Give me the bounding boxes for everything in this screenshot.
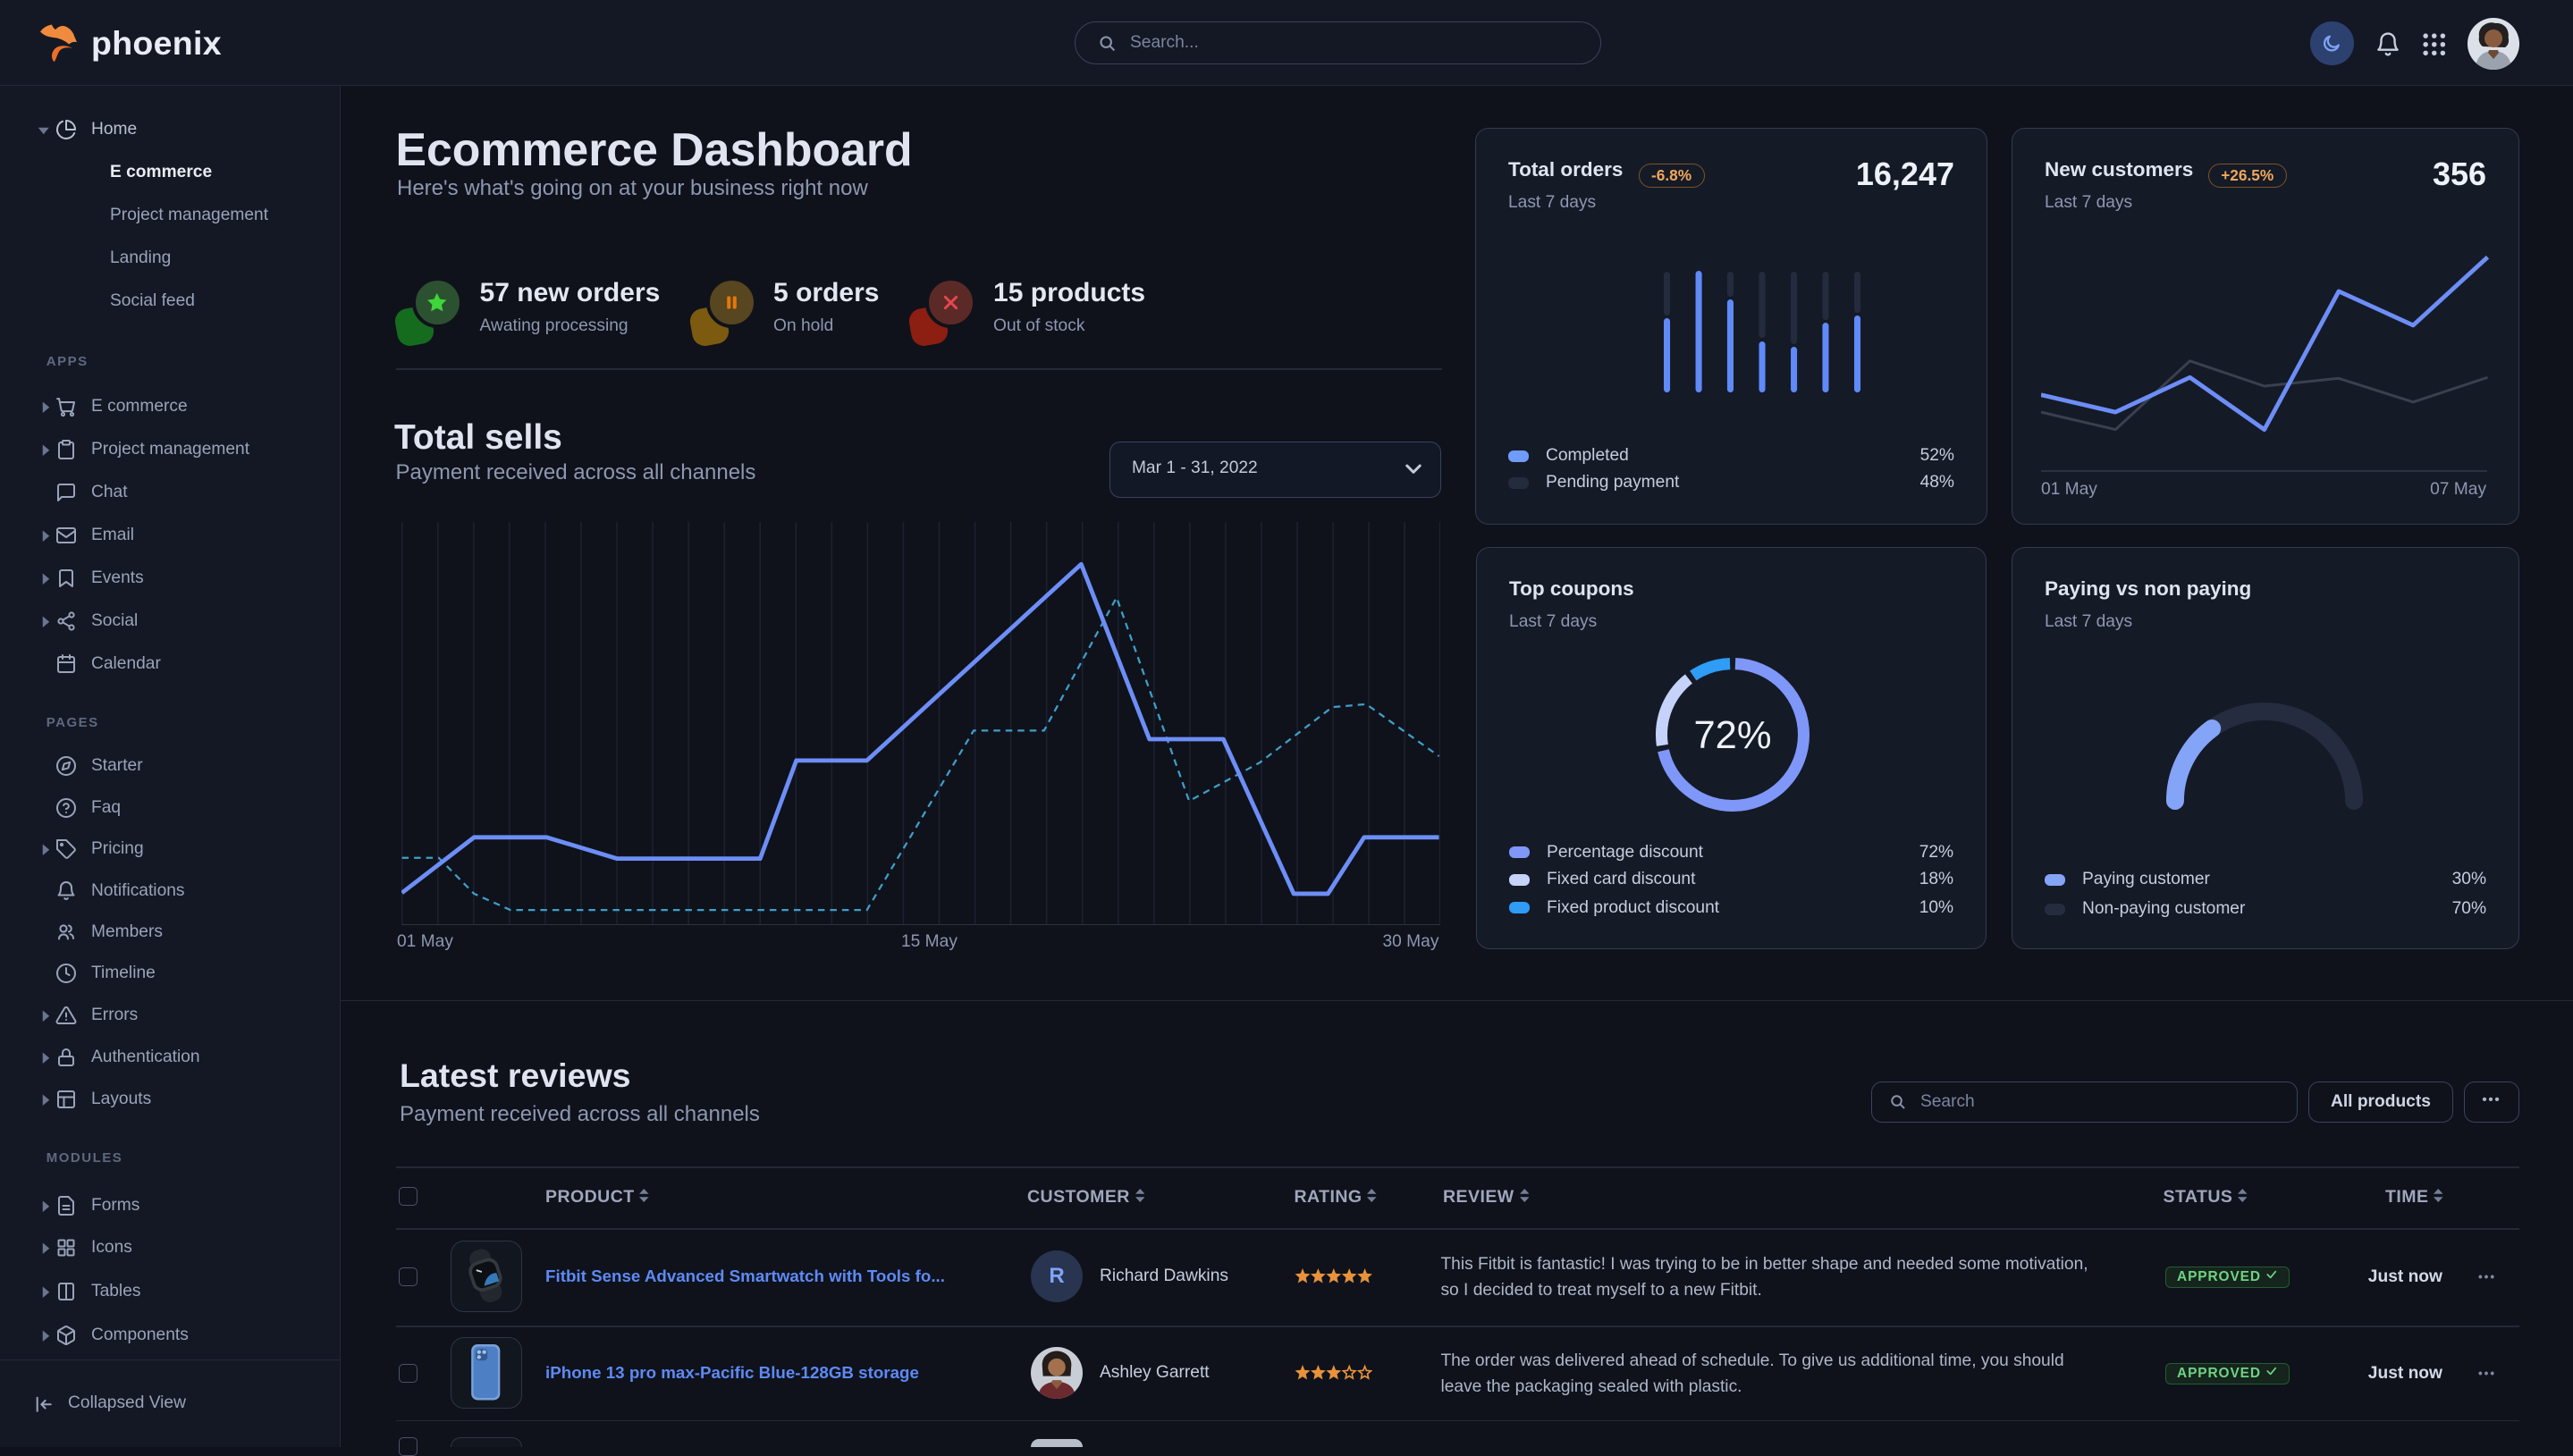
svg-text:72%: 72% <box>1694 714 1772 757</box>
